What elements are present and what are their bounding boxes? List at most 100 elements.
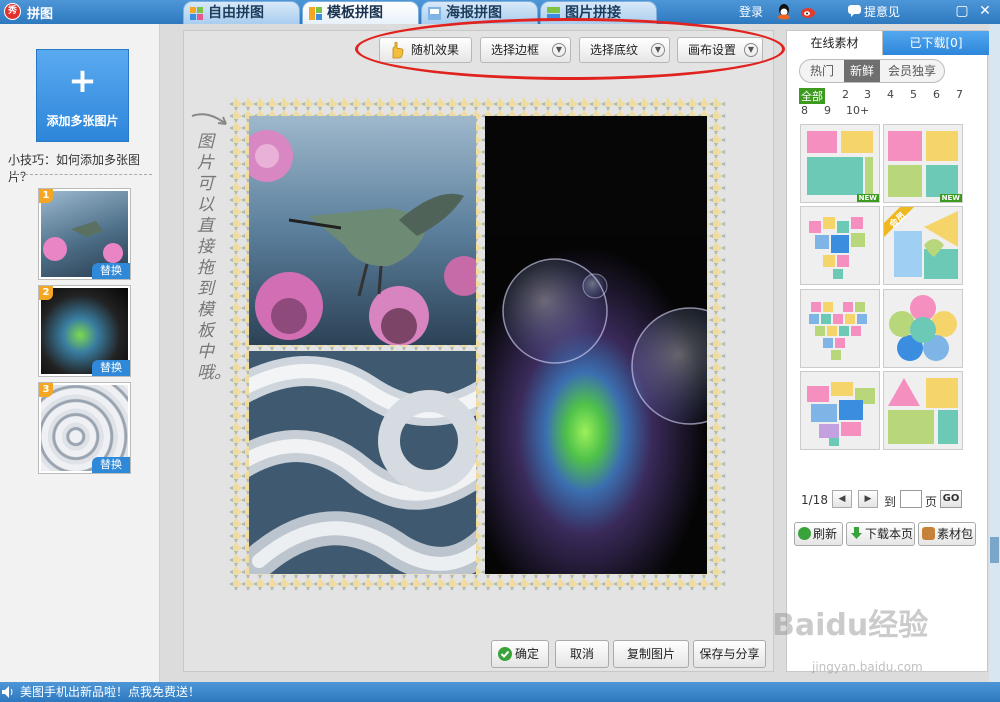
refresh-button[interactable]: 刷新	[794, 522, 843, 546]
replace-button[interactable]: 替换	[92, 263, 130, 279]
next-page-icon[interactable]: ▶	[858, 490, 878, 508]
tab-label: 自由拼图	[208, 5, 264, 21]
hummingbird-photo	[249, 116, 476, 345]
tab-online-materials[interactable]: 在线素材	[787, 31, 883, 55]
free-collage-icon	[190, 7, 203, 20]
tab-downloaded[interactable]: 已下载[0]	[883, 31, 989, 55]
close-icon[interactable]: ✕	[976, 2, 994, 20]
tab-label: 海报拼图	[446, 5, 502, 21]
template-preview	[809, 217, 865, 279]
app-title: 拼图	[27, 7, 54, 22]
thumbnail-3[interactable]: 3 替换	[38, 382, 131, 474]
page-9[interactable]: 9	[824, 104, 831, 117]
thumbnail-2[interactable]: 2 替换	[38, 285, 131, 377]
template-thumb-5[interactable]	[800, 289, 880, 368]
add-multiple-images-label: 添加多张图片	[46, 114, 119, 128]
maximize-icon[interactable]: ▢	[953, 2, 971, 20]
page-7[interactable]: 7	[956, 88, 963, 101]
refresh-icon	[798, 527, 811, 540]
template-thumb-7[interactable]	[800, 371, 880, 450]
thumbnail-number: 1	[39, 189, 53, 203]
qq-icon[interactable]	[776, 3, 792, 20]
speaker-icon	[2, 686, 13, 698]
page-number-input[interactable]	[900, 490, 922, 508]
segment-fresh[interactable]: 新鲜	[844, 60, 880, 82]
confirm-label: 确定	[514, 647, 539, 661]
template-thumb-8[interactable]	[883, 371, 963, 450]
page-6[interactable]: 6	[933, 88, 940, 101]
scrollbar[interactable]	[989, 24, 1000, 682]
template-preview	[888, 378, 958, 444]
tip-link[interactable]: 小技巧：如何添加多张图片？	[8, 151, 159, 185]
template-thumb-3[interactable]	[800, 206, 880, 285]
status-promo-link[interactable]: 美图手机出新品啦！点我免费送！	[20, 682, 200, 702]
template-preview	[888, 131, 958, 197]
page-10-plus[interactable]: 10+	[846, 104, 869, 117]
template-preview	[889, 295, 957, 361]
left-panel: + 添加多张图片 小技巧：如何添加多张图片？ 1 替换 2 替换 3 替换	[0, 24, 160, 682]
segment-hot[interactable]: 热门	[800, 60, 844, 82]
template-preview	[807, 131, 873, 195]
template-thumb-2[interactable]: NEW	[883, 124, 963, 203]
template-slot-hummingbird[interactable]	[249, 116, 476, 345]
drag-hint-text: 图片可以直接拖到模板中哦。	[197, 132, 231, 383]
category-segmented-control: 热门 新鲜 会员独享	[799, 59, 945, 83]
refresh-label: 刷新	[813, 527, 838, 541]
template-thumb-1[interactable]: NEW	[800, 124, 880, 203]
download-page-label: 下载本页	[865, 527, 914, 541]
template-thumb-6[interactable]	[883, 289, 963, 368]
check-circle-icon	[498, 647, 512, 661]
login-link[interactable]: 登录	[739, 3, 763, 20]
template-preview	[809, 302, 867, 360]
cancel-button[interactable]: 取消	[555, 640, 609, 668]
replace-button[interactable]: 替换	[92, 457, 130, 473]
copy-image-button[interactable]: 复制图片	[613, 640, 689, 668]
segment-vip[interactable]: 会员独享	[880, 60, 944, 82]
page-3[interactable]: 3	[864, 88, 871, 101]
thumbnail-1[interactable]: 1 替换	[38, 188, 131, 280]
scrollbar-thumb[interactable]	[990, 537, 999, 563]
page-all[interactable]: 全部	[799, 88, 825, 104]
watermark-url: jingyan.baidu.com	[812, 660, 923, 674]
right-panel: 在线素材 已下载[0] 热门 新鲜 会员独享 全部 2 3 4 5 6 7 8 …	[786, 30, 989, 672]
download-page-button[interactable]: 下载本页	[846, 522, 915, 546]
new-badge: NEW	[939, 194, 962, 202]
template-slot-white-tubes[interactable]	[249, 351, 476, 574]
app-logo-icon: 秀	[4, 3, 21, 20]
package-icon	[922, 527, 935, 540]
page-unit-label: 页	[925, 495, 938, 509]
template-thumb-4[interactable]: 会员	[883, 206, 963, 285]
add-multiple-images-button[interactable]: + 添加多张图片	[36, 49, 129, 142]
tab-free-collage[interactable]: 自由拼图	[183, 1, 300, 24]
save-share-button[interactable]: 保存与分享	[693, 640, 766, 668]
confirm-button[interactable]: 确定	[491, 640, 549, 668]
tab-label: 模板拼图	[327, 5, 383, 21]
material-pack-label: 素材包	[937, 527, 974, 541]
white-tubes-photo	[249, 351, 476, 574]
go-button[interactable]: GO	[940, 490, 962, 508]
poster-collage-icon	[428, 7, 441, 20]
page-8[interactable]: 8	[801, 104, 808, 117]
thumbnail-number: 2	[39, 286, 53, 300]
watermark-logo: Baidu经验	[772, 608, 929, 643]
template-slot-spheres[interactable]	[485, 116, 707, 574]
highlight-ellipse	[355, 18, 785, 80]
page-4[interactable]: 4	[887, 88, 894, 101]
plus-icon: +	[68, 61, 97, 101]
chat-bubble-icon	[848, 5, 861, 17]
page-5[interactable]: 5	[910, 88, 917, 101]
weibo-icon[interactable]	[800, 4, 817, 19]
goto-label: 到	[884, 495, 897, 509]
pager-text: 1/18	[801, 493, 828, 507]
replace-button[interactable]: 替换	[92, 360, 130, 376]
material-pack-button[interactable]: 素材包	[918, 522, 976, 546]
divider	[10, 174, 152, 175]
thumbnail-number: 3	[39, 383, 53, 397]
page-2[interactable]: 2	[842, 88, 849, 101]
template-collage-icon	[309, 7, 322, 20]
feedback-link[interactable]: 提意见	[864, 3, 900, 20]
download-arrow-icon	[851, 527, 862, 539]
tab-template-collage[interactable]: 模板拼图	[302, 1, 419, 24]
prev-page-icon[interactable]: ◀	[832, 490, 852, 508]
new-badge: NEW	[856, 194, 879, 202]
